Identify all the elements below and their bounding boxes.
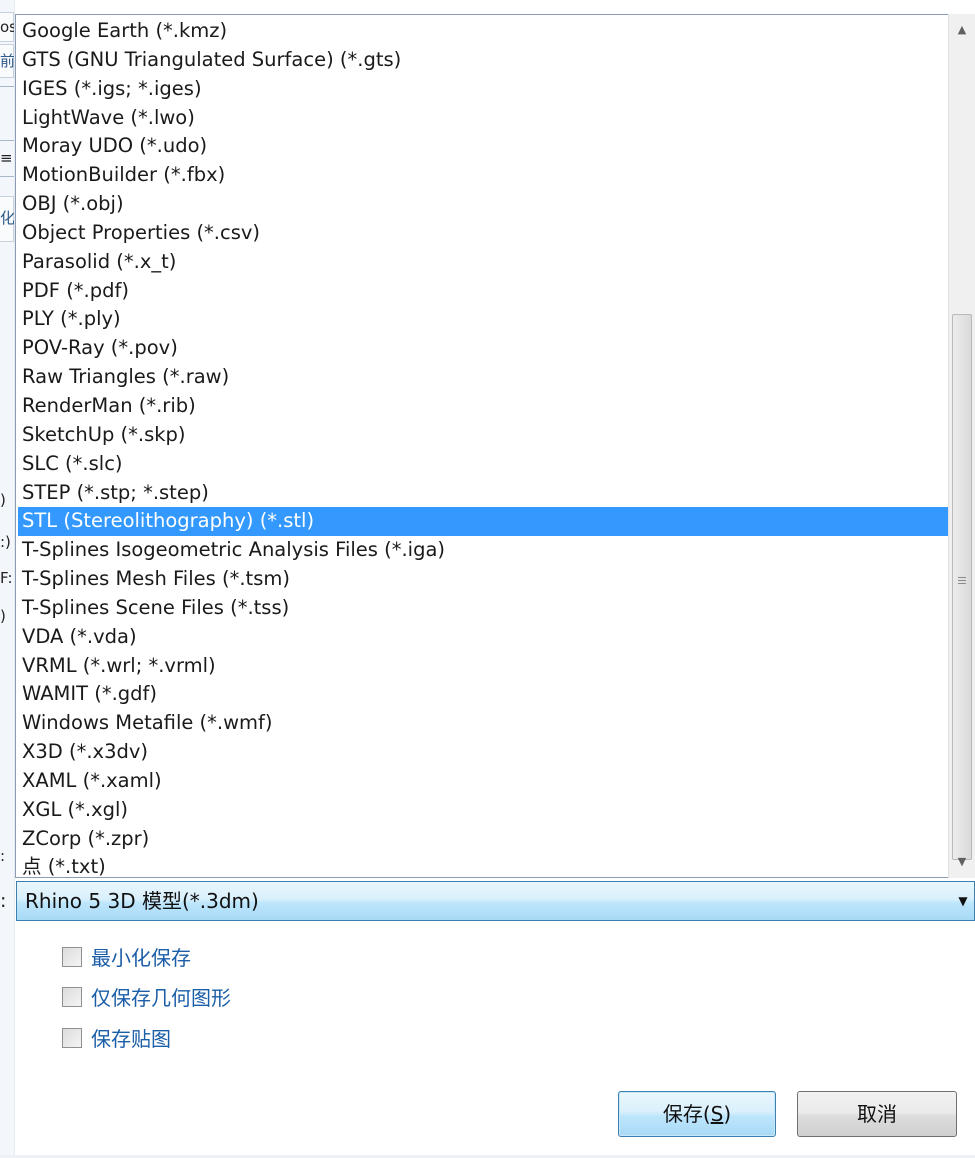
list-item[interactable]: STEP (*.stp; *.step)	[18, 479, 951, 508]
list-item[interactable]: ZCorp (*.zpr)	[18, 825, 951, 854]
left-divider-3	[0, 176, 14, 177]
scroll-down-icon[interactable]: ▼	[949, 849, 975, 875]
left-fragment-1: os	[0, 18, 14, 36]
checkbox-save-geometry-only[interactable]	[62, 987, 82, 1007]
list-item[interactable]: Moray UDO (*.udo)	[18, 132, 951, 161]
list-item[interactable]: VRML (*.wrl; *.vrml)	[18, 652, 951, 681]
list-item[interactable]: 点 (*.txt)	[18, 853, 951, 882]
option-label[interactable]: 仅保存几何图形	[91, 985, 231, 1011]
save-accelerator: S	[710, 1102, 724, 1126]
list-item[interactable]: LightWave (*.lwo)	[18, 104, 951, 133]
left-fragment-3: ≡	[0, 149, 13, 167]
cancel-button[interactable]: 取消	[797, 1091, 957, 1137]
list-item[interactable]: Raw Triangles (*.raw)	[18, 363, 951, 392]
scroll-thumb[interactable]	[952, 314, 972, 860]
list-item-selected[interactable]: STL (Stereolithography) (*.stl)	[18, 507, 951, 537]
left-fragment-9: :	[0, 847, 6, 865]
list-item[interactable]: SLC (*.slc)	[18, 450, 951, 479]
list-item[interactable]: Object Properties (*.csv)	[18, 219, 951, 248]
dropdown-scrollbar[interactable]: ▲ ▼	[948, 14, 975, 878]
list-item[interactable]: X3D (*.x3dv)	[18, 738, 951, 767]
list-item[interactable]: Google Earth (*.kmz)	[18, 17, 951, 46]
file-type-combobox[interactable]: Rhino 5 3D 模型(*.3dm) ▼	[16, 881, 975, 921]
list-item[interactable]: PDF (*.pdf)	[18, 277, 951, 306]
left-divider-2	[0, 140, 14, 141]
checkbox-minimize-save[interactable]	[62, 947, 82, 967]
list-item[interactable]: VDA (*.vda)	[18, 623, 951, 652]
list-item[interactable]: WAMIT (*.gdf)	[18, 680, 951, 709]
list-item[interactable]: XGL (*.xgl)	[18, 796, 951, 825]
option-label[interactable]: 最小化保存	[91, 945, 191, 971]
list-item[interactable]: GTS (GNU Triangulated Surface) (*.gts)	[18, 46, 951, 75]
left-fragment-8: )	[0, 607, 6, 625]
list-item[interactable]: MotionBuilder (*.fbx)	[18, 161, 951, 190]
list-item[interactable]: OBJ (*.obj)	[18, 190, 951, 219]
left-fragment-7: F:	[0, 569, 13, 587]
list-item[interactable]: XAML (*.xaml)	[18, 767, 951, 796]
file-type-label-colon: :	[0, 890, 7, 912]
list-item[interactable]: T-Splines Scene Files (*.tss)	[18, 594, 951, 623]
list-item[interactable]: IGES (*.igs; *.iges)	[18, 75, 951, 104]
file-type-value: Rhino 5 3D 模型(*.3dm)	[25, 889, 259, 913]
scroll-up-icon[interactable]: ▲	[949, 17, 975, 43]
file-type-options: Google Earth (*.kmz) GTS (GNU Triangulate…	[18, 17, 951, 882]
list-item[interactable]: SketchUp (*.skp)	[18, 421, 951, 450]
save-as-dialog: os 前 ≡ 化 ) :) F: ) : Google Earth (*.kmz…	[0, 0, 975, 1158]
list-item[interactable]: PLY (*.ply)	[18, 305, 951, 334]
left-fragment-6: :)	[0, 533, 11, 551]
chevron-down-icon[interactable]: ▼	[954, 882, 972, 920]
save-button-label: 保存(	[662, 1102, 711, 1126]
checkbox-save-textures[interactable]	[62, 1028, 82, 1048]
left-fragment-5: )	[0, 491, 6, 509]
list-item[interactable]: T-Splines Isogeometric Analysis Files (*…	[18, 536, 951, 565]
save-button[interactable]: 保存(S)	[618, 1091, 776, 1137]
list-item[interactable]: POV-Ray (*.pov)	[18, 334, 951, 363]
file-type-dropdown-list[interactable]: Google Earth (*.kmz) GTS (GNU Triangulate…	[15, 14, 975, 878]
save-button-suffix: )	[723, 1102, 732, 1126]
list-item[interactable]: Parasolid (*.x_t)	[18, 248, 951, 277]
list-item[interactable]: T-Splines Mesh Files (*.tsm)	[18, 565, 951, 594]
list-item[interactable]: RenderMan (*.rib)	[18, 392, 951, 421]
thumb-grip-icon	[958, 577, 966, 585]
option-label[interactable]: 保存贴图	[91, 1026, 171, 1052]
list-item[interactable]: Windows Metafile (*.wmf)	[18, 709, 951, 738]
left-fragment-2: 前	[0, 52, 14, 70]
left-divider-1	[0, 86, 14, 87]
left-fragment-4: 化	[0, 209, 14, 227]
